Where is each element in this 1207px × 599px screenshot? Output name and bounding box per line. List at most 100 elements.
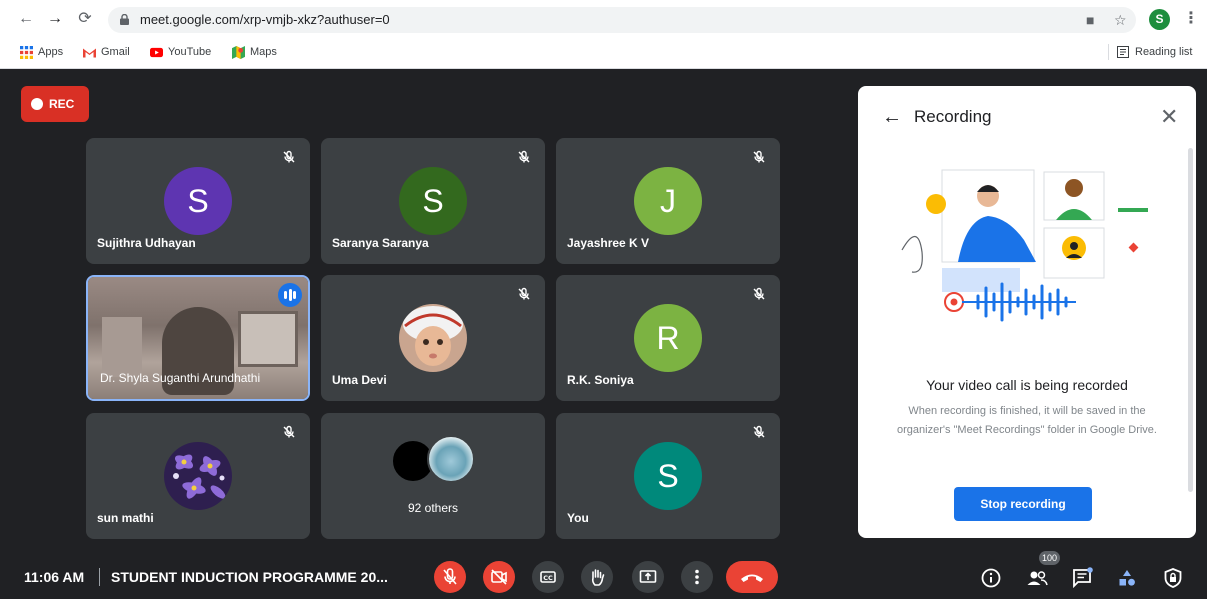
mic-off-icon xyxy=(283,425,295,438)
participant-tile[interactable]: sun mathi xyxy=(86,413,310,539)
back-arrow-icon[interactable]: ← xyxy=(15,8,37,30)
mic-off-icon xyxy=(518,287,530,300)
participant-name: Saranya Saranya xyxy=(332,236,429,250)
speaking-indicator-icon xyxy=(278,283,302,307)
participant-name: R.K. Soniya xyxy=(567,373,634,387)
record-dot-icon xyxy=(31,98,43,110)
reading-list-label: Reading list xyxy=(1135,46,1193,58)
meeting-title: STUDENT INDUCTION PROGRAMME 20... xyxy=(111,569,388,585)
panel-scrollbar[interactable] xyxy=(1188,148,1193,492)
people-icon[interactable] xyxy=(1026,567,1048,589)
bookmark-gmail-label: Gmail xyxy=(101,46,130,58)
activities-icon[interactable] xyxy=(1116,567,1138,589)
present-screen-button[interactable] xyxy=(632,561,664,593)
participant-name: Jayashree K V xyxy=(567,236,650,250)
participant-name: Uma Devi xyxy=(332,373,387,387)
captions-button[interactable]: CC xyxy=(532,561,564,593)
others-count: 92 others xyxy=(407,501,459,515)
meet-stage: REC S Sujithra Udhayan S Saranya Saranya… xyxy=(0,70,1207,599)
recording-heading: Your video call is being recorded xyxy=(926,377,1128,393)
bottom-control-bar: 11:06 AM STUDENT INDUCTION PROGRAMME 20.… xyxy=(0,548,1207,599)
reading-list-icon xyxy=(1117,46,1129,58)
browser-menu-icon[interactable]: ⋮ xyxy=(1183,8,1199,28)
raise-hand-button[interactable] xyxy=(581,561,613,593)
avatar xyxy=(427,435,475,483)
bookmark-youtube-label: YouTube xyxy=(168,46,212,58)
gmail-icon xyxy=(83,48,96,57)
more-options-button[interactable] xyxy=(681,561,713,593)
bookmark-maps[interactable]: Maps xyxy=(232,44,277,60)
chat-icon[interactable] xyxy=(1071,567,1093,589)
bookmark-gmail[interactable]: Gmail xyxy=(83,44,130,60)
reload-icon[interactable]: ⟳ xyxy=(74,8,96,30)
participant-tile-speaking[interactable]: Dr. Shyla Suganthi Arundhathi xyxy=(86,275,310,401)
mic-off-icon xyxy=(283,150,295,163)
svg-text:CC: CC xyxy=(543,574,553,582)
camera-off-icon xyxy=(491,569,507,585)
divider xyxy=(99,568,100,586)
hang-up-icon xyxy=(741,574,763,582)
captions-icon: CC xyxy=(540,571,556,583)
bookmark-apps[interactable]: Apps xyxy=(20,44,63,60)
info-icon[interactable] xyxy=(980,567,1002,589)
rec-label: REC xyxy=(49,97,75,111)
camera-in-use-icon[interactable]: ■ xyxy=(1086,12,1094,28)
mic-off-icon xyxy=(753,150,765,163)
maps-icon xyxy=(232,45,245,59)
participant-tile[interactable]: S Saranya Saranya xyxy=(321,138,545,264)
participant-name: sun mathi xyxy=(97,511,154,525)
bookmark-star-icon[interactable]: ☆ xyxy=(1114,12,1127,29)
apps-grid-icon xyxy=(20,45,33,59)
host-controls-icon[interactable] xyxy=(1162,567,1184,589)
mic-toggle-button[interactable] xyxy=(434,561,466,593)
participant-tile[interactable]: J Jayashree K V xyxy=(556,138,780,264)
bookmark-maps-label: Maps xyxy=(250,46,277,58)
avatar: S xyxy=(164,167,232,235)
recording-description: When recording is finished, it will be s… xyxy=(897,405,1157,436)
meeting-clock: 11:06 AM xyxy=(24,569,85,585)
reading-list-button[interactable]: Reading list xyxy=(1108,44,1192,60)
present-screen-icon xyxy=(639,570,657,583)
bookmark-youtube[interactable]: YouTube xyxy=(150,44,211,60)
participant-count-badge: 100 xyxy=(1039,551,1061,565)
panel-title: Recording xyxy=(914,107,992,126)
avatar: S xyxy=(634,442,702,510)
participant-name: Sujithra Udhayan xyxy=(97,236,196,250)
participant-tile[interactable]: Uma Devi xyxy=(321,275,545,401)
avatar: J xyxy=(634,167,702,235)
back-arrow-icon[interactable]: ← xyxy=(882,106,902,129)
participant-tile[interactable]: S Sujithra Udhayan xyxy=(86,138,310,264)
browser-toolbar: ← → ⟳ meet.google.com/xrp-vmjb-xkz?authu… xyxy=(0,0,1207,38)
camera-toggle-button[interactable] xyxy=(483,561,515,593)
leave-call-button[interactable] xyxy=(726,561,778,593)
more-vert-icon xyxy=(695,569,699,585)
recording-indicator[interactable]: REC xyxy=(21,86,89,122)
mic-off-icon xyxy=(753,287,765,300)
browser-chrome: ← → ⟳ meet.google.com/xrp-vmjb-xkz?authu… xyxy=(0,0,1207,69)
baby-photo xyxy=(399,304,467,372)
close-icon[interactable]: ✕ xyxy=(1160,104,1178,130)
forward-arrow-icon[interactable]: → xyxy=(44,8,66,30)
mic-off-icon xyxy=(518,150,530,163)
recording-panel: ← Recording ✕ Your video call is being r… xyxy=(858,86,1196,538)
others-tile[interactable]: 92 others xyxy=(321,413,545,539)
profile-avatar[interactable]: S xyxy=(1149,9,1170,30)
hand-icon xyxy=(591,569,605,586)
purple-flowers-photo xyxy=(164,442,232,510)
recording-illustration xyxy=(901,169,1148,322)
others-avatars xyxy=(391,435,481,483)
mic-off-icon xyxy=(443,568,457,585)
avatar: S xyxy=(399,167,467,235)
youtube-icon xyxy=(150,47,163,57)
lock-icon xyxy=(120,14,129,25)
avatar: R xyxy=(634,304,702,372)
stop-recording-button[interactable]: Stop recording xyxy=(954,487,1092,521)
url-text: meet.google.com/xrp-vmjb-xkz?authuser=0 xyxy=(140,12,390,27)
bookmark-apps-label: Apps xyxy=(38,46,64,58)
self-tile[interactable]: S You xyxy=(556,413,780,539)
participant-name: Dr. Shyla Suganthi Arundhathi xyxy=(100,371,261,385)
participant-name: You xyxy=(567,511,589,525)
address-bar[interactable]: meet.google.com/xrp-vmjb-xkz?authuser=0 … xyxy=(108,7,1136,33)
participant-tile[interactable]: R R.K. Soniya xyxy=(556,275,780,401)
mic-off-icon xyxy=(753,425,765,438)
